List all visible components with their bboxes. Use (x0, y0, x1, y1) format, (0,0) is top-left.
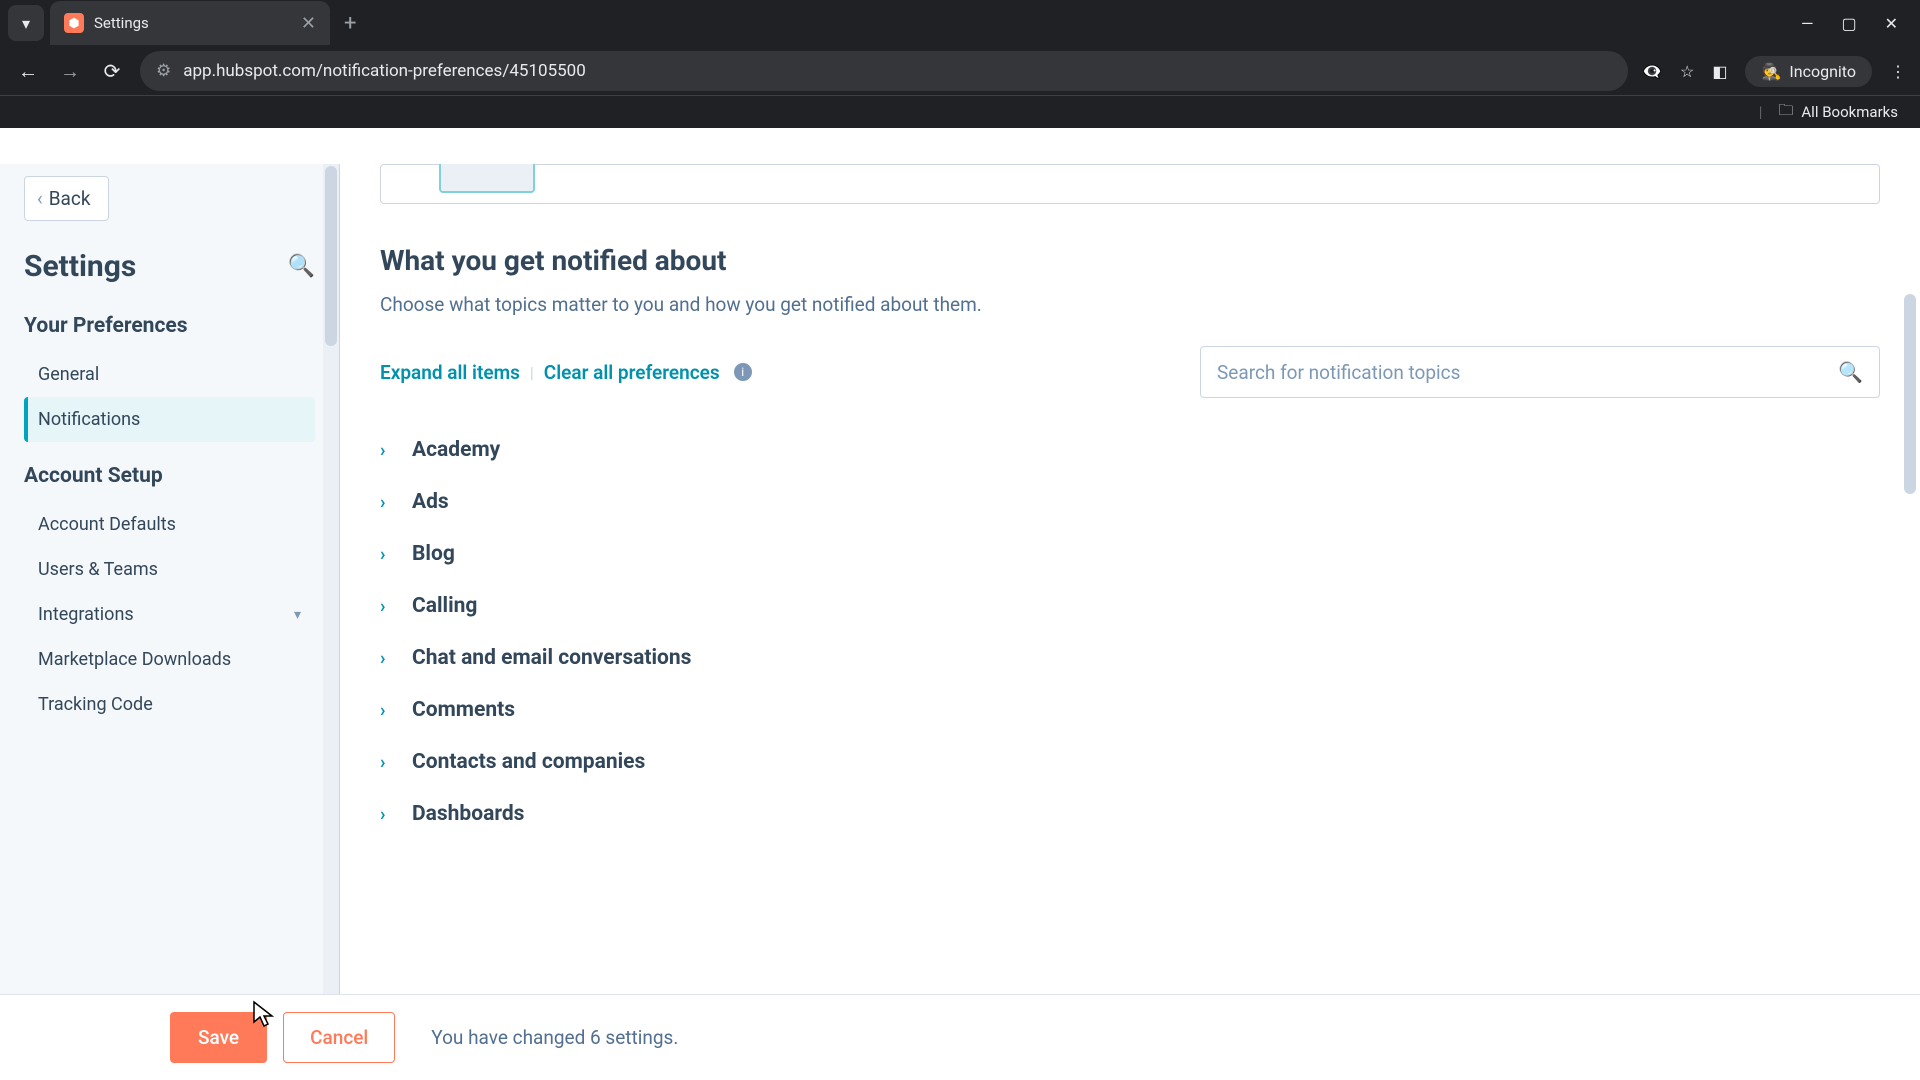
forward-nav-icon[interactable]: → (56, 59, 84, 84)
chevron-left-icon: ‹ (37, 187, 43, 210)
topic-search-input[interactable] (1217, 361, 1838, 384)
main-scrollbar-thumb[interactable] (1904, 294, 1916, 494)
window-controls: ― ▢ ✕ (1801, 14, 1920, 33)
save-footer: Save Cancel You have changed 6 settings. (0, 994, 1920, 1080)
chevron-right-icon: › (380, 648, 396, 669)
topic-label: Dashboards (412, 802, 524, 826)
topic-row-blog[interactable]: › Blog (380, 528, 1880, 580)
chevron-right-icon: › (380, 700, 396, 721)
topic-row-calling[interactable]: › Calling (380, 580, 1880, 632)
topic-row-dashboards[interactable]: › Dashboards (380, 788, 1880, 840)
all-bookmarks-link[interactable]: All Bookmarks (1801, 103, 1898, 121)
changed-count-text: You have changed 6 settings. (431, 1026, 678, 1049)
address-bar: ← → ⟳ ⚙ app.hubspot.com/notification-pre… (0, 47, 1920, 96)
browser-chrome: ▾ ⬢ Settings ✕ + ― ▢ ✕ ← → ⟳ ⚙ app.hubsp… (0, 0, 1920, 128)
sidebar-item-label: Notifications (38, 409, 140, 430)
tab-bar: ▾ ⬢ Settings ✕ + ― ▢ ✕ (0, 0, 1920, 47)
chevron-right-icon: › (380, 440, 396, 461)
sidebar-item-account-defaults[interactable]: Account Defaults (24, 502, 315, 547)
reload-icon[interactable]: ⟳ (98, 59, 126, 83)
bookmark-star-icon[interactable]: ☆ (1680, 62, 1694, 81)
settings-sidebar: ‹ Back Settings 🔍 Your Preferences Gener… (0, 164, 340, 1080)
sidebar-scrollbar-thumb[interactable] (325, 166, 337, 346)
section-subtext: Choose what topics matter to you and how… (380, 293, 1880, 316)
info-icon[interactable]: i (734, 363, 752, 381)
chevron-right-icon: › (380, 752, 396, 773)
back-button[interactable]: ‹ Back (24, 176, 109, 221)
divider: | (530, 363, 534, 382)
new-tab-button[interactable]: + (344, 11, 356, 36)
topic-search-box[interactable]: 🔍 (1200, 346, 1880, 398)
cancel-button[interactable]: Cancel (283, 1012, 395, 1063)
side-panel-icon[interactable]: ◧ (1712, 62, 1727, 81)
close-window-icon[interactable]: ✕ (1885, 14, 1898, 33)
topic-row-chat-email[interactable]: › Chat and email conversations (380, 632, 1880, 684)
search-icon[interactable]: 🔍 (288, 254, 315, 279)
bookmarks-bar: | 🗀 All Bookmarks (0, 95, 1920, 128)
incognito-badge[interactable]: 🕵 Incognito (1745, 56, 1872, 87)
tab-title: Settings (94, 14, 291, 32)
search-icon[interactable]: 🔍 (1838, 360, 1863, 384)
url-input[interactable]: ⚙ app.hubspot.com/notification-preferenc… (140, 51, 1628, 91)
partial-card-above (380, 164, 1880, 204)
topic-label: Comments (412, 698, 515, 722)
url-text: app.hubspot.com/notification-preferences… (183, 61, 586, 81)
incognito-icon: 🕵 (1761, 62, 1781, 81)
back-label: Back (49, 187, 91, 210)
partial-selected-chip (439, 164, 535, 193)
chevron-right-icon: › (380, 544, 396, 565)
topic-row-academy[interactable]: › Academy (380, 424, 1880, 476)
topic-label: Contacts and companies (412, 750, 645, 774)
site-settings-icon[interactable]: ⚙ (156, 61, 171, 81)
chevron-down-icon: ▾ (294, 607, 301, 623)
sidebar-item-label: General (38, 364, 99, 385)
account-setup-heading: Account Setup (24, 464, 315, 488)
topic-row-ads[interactable]: › Ads (380, 476, 1880, 528)
topic-label: Blog (412, 542, 455, 566)
sidebar-item-marketplace-downloads[interactable]: Marketplace Downloads (24, 637, 315, 682)
sidebar-item-users-teams[interactable]: Users & Teams (24, 547, 315, 592)
sidebar-item-label: Account Defaults (38, 514, 176, 535)
minimize-icon[interactable]: ― (1801, 14, 1814, 33)
topic-label: Chat and email conversations (412, 646, 691, 670)
sidebar-item-label: Marketplace Downloads (38, 649, 231, 670)
sidebar-item-label: Tracking Code (38, 694, 153, 715)
sidebar-item-label: Integrations (38, 604, 134, 625)
sidebar-item-tracking-code[interactable]: Tracking Code (24, 682, 315, 727)
folder-icon: 🗀 (1778, 100, 1793, 125)
maximize-icon[interactable]: ▢ (1841, 14, 1856, 33)
topic-label: Ads (412, 490, 449, 514)
close-tab-icon[interactable]: ✕ (301, 13, 316, 34)
back-nav-icon[interactable]: ← (14, 59, 42, 84)
tab-search-dropdown[interactable]: ▾ (8, 5, 44, 41)
chevron-down-icon: ▾ (22, 14, 30, 33)
topic-label: Calling (412, 594, 477, 618)
browser-tab[interactable]: ⬢ Settings ✕ (50, 1, 330, 45)
topic-label: Academy (412, 438, 500, 462)
app-frame: ‹ Back Settings 🔍 Your Preferences Gener… (0, 164, 1920, 1080)
chevron-right-icon: › (380, 596, 396, 617)
eye-off-icon[interactable]: 👁‍🗨 (1642, 62, 1662, 81)
sidebar-item-integrations[interactable]: Integrations ▾ (24, 592, 315, 637)
expand-all-link[interactable]: Expand all items (380, 361, 520, 384)
section-heading: What you get notified about (380, 244, 1880, 277)
your-preferences-heading: Your Preferences (24, 314, 315, 338)
sidebar-item-notifications[interactable]: Notifications (24, 397, 315, 442)
chevron-right-icon: › (380, 804, 396, 825)
kebab-menu-icon[interactable]: ⋮ (1890, 62, 1906, 81)
settings-heading: Settings (24, 249, 136, 284)
incognito-label: Incognito (1789, 62, 1856, 81)
sidebar-scrollbar-track[interactable] (323, 164, 339, 1080)
topic-row-comments[interactable]: › Comments (380, 684, 1880, 736)
sidebar-item-general[interactable]: General (24, 352, 315, 397)
chevron-right-icon: › (380, 492, 396, 513)
main-content: What you get notified about Choose what … (340, 164, 1920, 1080)
clear-all-link[interactable]: Clear all preferences (544, 361, 720, 384)
topic-row-contacts-companies[interactable]: › Contacts and companies (380, 736, 1880, 788)
save-button[interactable]: Save (170, 1012, 267, 1063)
hubspot-favicon: ⬢ (64, 13, 84, 33)
sidebar-item-label: Users & Teams (38, 559, 158, 580)
